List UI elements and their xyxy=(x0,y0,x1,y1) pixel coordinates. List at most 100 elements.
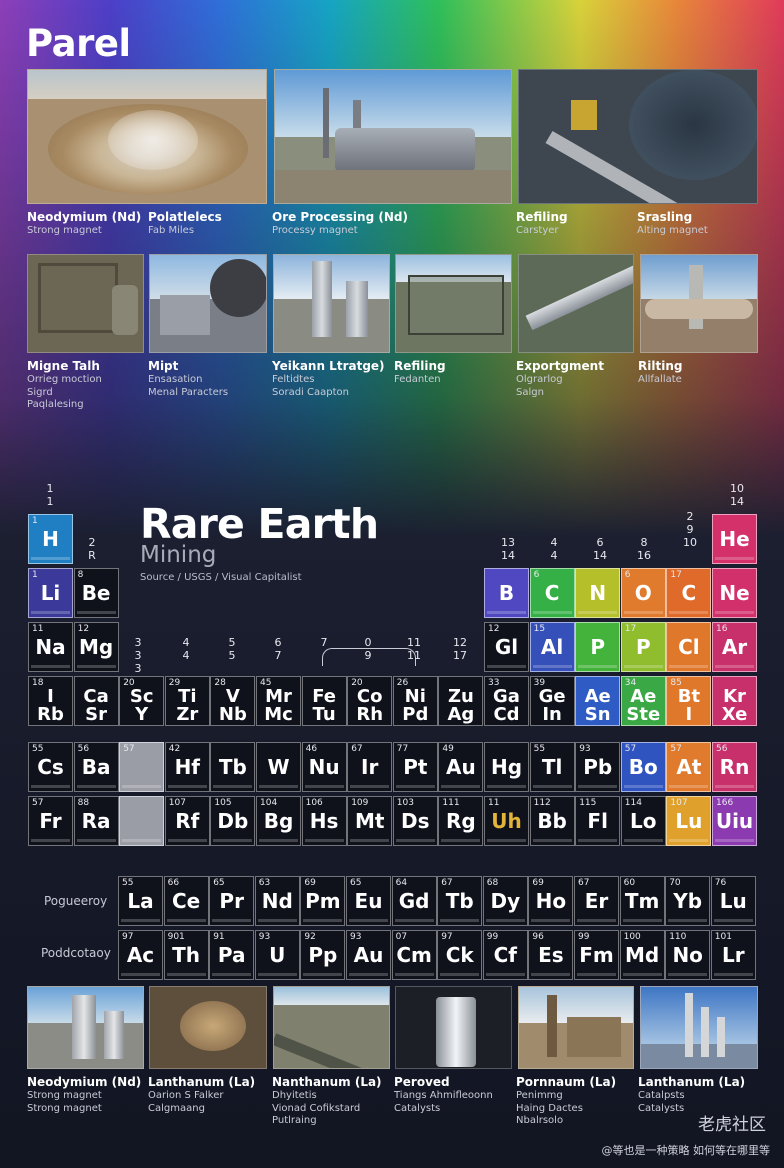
element-name-line xyxy=(394,973,434,976)
element-cell: 65 Pr xyxy=(209,876,255,926)
element-symbol: V Nb xyxy=(218,686,247,725)
element-cell: 64 Gd xyxy=(391,876,437,926)
element-cell: 26 Ni Pd xyxy=(392,676,438,726)
element-cell: 67 Ir xyxy=(347,742,393,792)
element-cell: 1H xyxy=(28,514,73,564)
atomic-number: 42 xyxy=(168,744,181,754)
element-cell: 105 Db xyxy=(210,796,256,846)
element-symbol: Cl xyxy=(678,635,700,659)
element-name-line xyxy=(532,839,572,842)
element-name-line xyxy=(441,785,481,788)
element-cell: 57 xyxy=(119,742,165,792)
element-symbol: Cs xyxy=(37,755,64,779)
element-cell: 1 Li xyxy=(28,568,73,618)
atomic-number: 103 xyxy=(396,798,414,808)
element-cell: 112 Bb xyxy=(529,796,575,846)
element-symbol: Uiu xyxy=(715,809,754,833)
element-name-line xyxy=(531,973,571,976)
element-symbol: Lu xyxy=(675,809,703,833)
element-cell: 93 Pb xyxy=(575,742,621,792)
atomic-number: 67 xyxy=(578,878,590,888)
element-name-line xyxy=(715,839,754,842)
element-cell: Ne xyxy=(712,568,757,618)
atomic-number: 49 xyxy=(442,744,454,754)
photo-bottom-chimneys xyxy=(640,986,758,1069)
photo-export-pipeline xyxy=(518,254,634,353)
element-symbol: Fl xyxy=(587,809,608,833)
element-name-line xyxy=(212,973,252,976)
element-name-line xyxy=(487,611,526,614)
element-cell: Kr Xe xyxy=(712,676,757,726)
element-symbol: O xyxy=(634,581,652,605)
atomic-number: 12 xyxy=(488,624,500,634)
element-symbol: Zu Ag xyxy=(447,686,475,725)
element-name-line xyxy=(577,919,616,922)
element-symbol: Ho xyxy=(535,889,567,913)
caption-bottom-1: Neodymium (Nd) Strong magnet Strong magn… xyxy=(27,1075,142,1114)
photo-bottom-conveyor xyxy=(273,986,390,1069)
element-symbol: Mg xyxy=(78,635,114,659)
element-cell: W xyxy=(256,742,301,792)
element-cell: 45 Mr Mc xyxy=(256,676,301,726)
element-cell: 91 Pa xyxy=(209,930,255,980)
element-cell xyxy=(119,796,165,846)
atomic-number: 115 xyxy=(579,798,597,808)
element-cell: 55 Cs xyxy=(28,742,73,792)
element-symbol: Ae Sn xyxy=(584,686,611,725)
caption-mid-4: Refiling Fedanten xyxy=(394,359,446,385)
element-cell: 57 Bo xyxy=(620,742,666,792)
element-symbol: Rn xyxy=(719,755,750,779)
element-cell: 57 At xyxy=(666,742,712,792)
atomic-number: 69 xyxy=(304,878,316,888)
element-name-line xyxy=(578,611,618,614)
element-name-line xyxy=(76,665,116,668)
atomic-number: 11 xyxy=(488,798,500,808)
element-symbol: Tl xyxy=(541,755,563,779)
element-cell: 97 Ck xyxy=(437,930,483,980)
element-cell: 20 Co Rh xyxy=(347,676,393,726)
element-cell: 12 Mg xyxy=(73,622,119,672)
element-symbol: Th xyxy=(172,943,201,967)
page-title: Parel xyxy=(26,22,131,65)
element-symbol: Au xyxy=(446,755,476,779)
element-name-line xyxy=(31,557,70,560)
element-symbol: Bg xyxy=(263,809,294,833)
element-symbol: Ni Pd xyxy=(402,686,429,725)
element-name-line xyxy=(167,785,207,788)
group-number: 0 9 xyxy=(364,636,372,662)
element-name-line xyxy=(349,919,388,922)
lanthanide-series-label: Pogueeroy xyxy=(44,894,108,908)
element-cell: 901 Th xyxy=(163,930,209,980)
element-cell: 88 Ra xyxy=(73,796,119,846)
element-symbol: Er xyxy=(584,889,609,913)
photo-bottom-tanks xyxy=(27,986,144,1069)
group-number: 5 5 xyxy=(228,636,236,662)
element-cell: 55 La xyxy=(118,876,163,926)
element-cell: 107 Rf xyxy=(164,796,210,846)
element-cell: 115 Fl xyxy=(575,796,621,846)
element-cell: 100 Md xyxy=(619,930,665,980)
atomic-number: 100 xyxy=(623,932,641,942)
element-symbol: Bo xyxy=(628,755,658,779)
element-cell: Ca Sr xyxy=(73,676,119,726)
element-symbol: Fm xyxy=(579,943,614,967)
caption-top-5: Srasling Alting magnet xyxy=(637,210,708,236)
element-name-line xyxy=(31,785,70,788)
group-number: 2 R xyxy=(88,536,96,562)
element-name-line xyxy=(76,611,116,614)
element-name-line xyxy=(713,973,753,976)
element-cell: 107 Lu xyxy=(666,796,712,846)
element-name-line xyxy=(259,839,298,842)
element-cell: 114 Lo xyxy=(620,796,666,846)
table-title: Rare Earth xyxy=(140,500,379,548)
caption-bottom-5: Pornnaum (La) Penimmg Haing Dactes Nbalr… xyxy=(516,1075,617,1126)
element-name-line xyxy=(577,973,616,976)
atomic-number: 93 xyxy=(350,932,362,942)
element-name-line xyxy=(715,665,754,668)
element-symbol: La xyxy=(127,889,154,913)
photo-processing-plant xyxy=(274,69,512,204)
element-symbol: H xyxy=(42,527,59,551)
element-symbol: Be xyxy=(81,581,111,605)
element-cell: 60 Tm xyxy=(619,876,665,926)
atomic-number: 11 xyxy=(32,624,44,634)
